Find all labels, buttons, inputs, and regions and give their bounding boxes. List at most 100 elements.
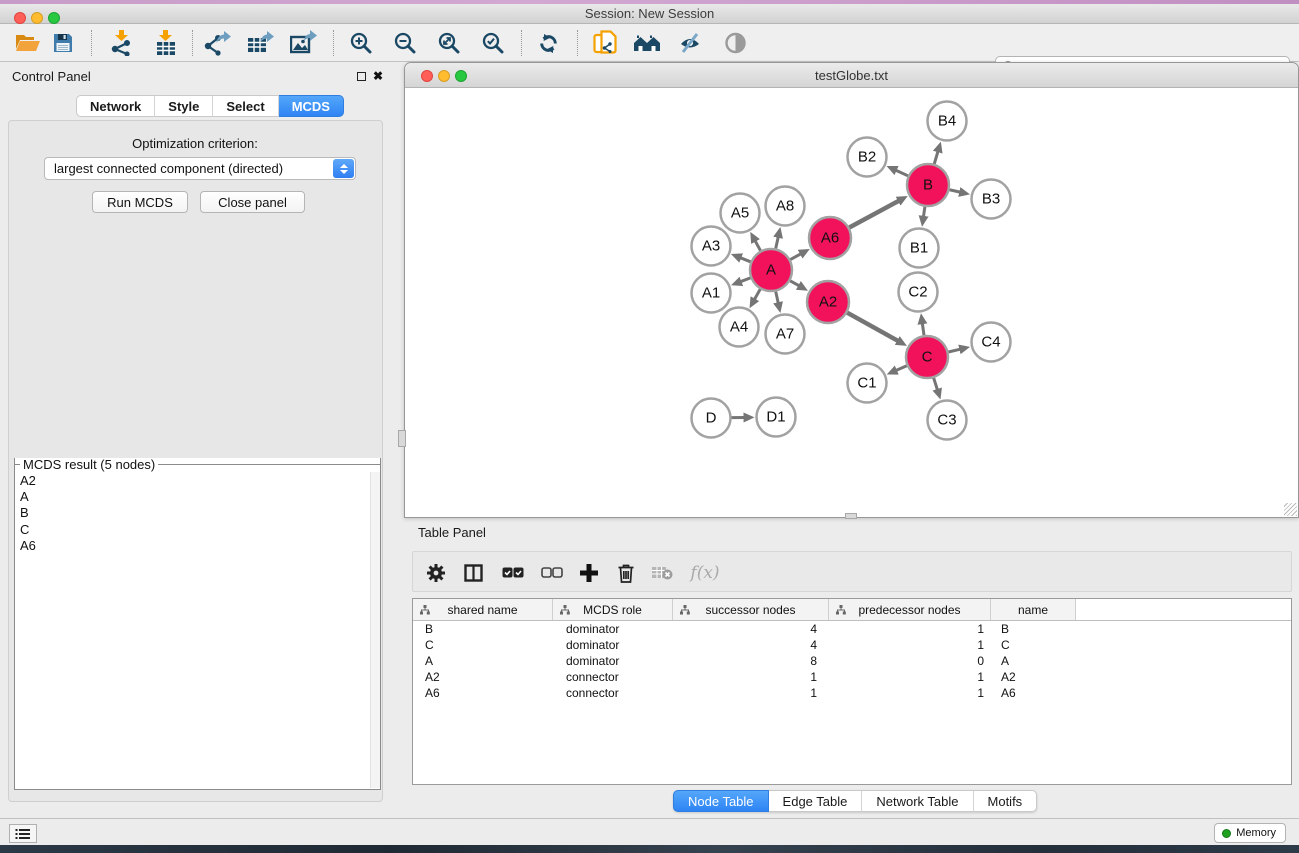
column-header-predecessor-nodes[interactable]: predecessor nodes [829,599,991,620]
table-tab-network-table[interactable]: Network Table [862,790,973,812]
table-row[interactable]: Cdominator41C [413,637,1291,653]
export-table-button[interactable] [244,28,278,58]
memory-button[interactable]: Memory [1214,823,1286,843]
column-header-shared-name[interactable]: shared name [413,599,553,620]
result-scrollbar[interactable] [370,472,380,788]
result-item[interactable]: C [20,522,370,538]
tab-mcds[interactable]: MCDS [279,95,344,117]
graph-node-D[interactable]: D [692,399,731,438]
graph-node-A[interactable]: A [750,249,792,291]
graph-node-C1[interactable]: C1 [848,364,887,403]
delete-column-button[interactable] [611,558,641,587]
float-panel-icon[interactable] [357,72,366,81]
graph-node-C[interactable]: C [906,336,948,378]
result-item[interactable]: A [20,489,370,505]
run-mcds-button[interactable]: Run MCDS [92,191,188,213]
select-all-columns-button[interactable] [498,558,528,587]
table-tab-edge-table[interactable]: Edge Table [769,790,863,812]
tab-style[interactable]: Style [155,95,213,117]
window-title: Session: New Session [585,6,714,21]
home-view-button[interactable] [630,28,664,58]
graph-node-C4[interactable]: C4 [972,323,1011,362]
trash-icon [617,563,635,583]
graph-node-A7[interactable]: A7 [766,315,805,354]
graph-node-B3[interactable]: B3 [972,180,1011,219]
table-row[interactable]: A6connector11A6 [413,685,1291,701]
graph-node-A3[interactable]: A3 [692,227,731,266]
svg-text:A6: A6 [821,230,839,247]
graph-node-C2[interactable]: C2 [899,273,938,312]
graph-node-A8[interactable]: A8 [766,187,805,226]
table-tab-node-table[interactable]: Node Table [673,790,769,812]
show-graphics-button[interactable] [718,28,752,58]
graph-node-A1[interactable]: A1 [692,274,731,313]
import-table-button[interactable] [149,28,183,58]
network-window-titlebar[interactable]: testGlobe.txt [405,63,1298,88]
copy-network-button[interactable] [588,28,622,58]
graph-node-A5[interactable]: A5 [721,194,760,233]
column-header-name[interactable]: name [991,599,1076,620]
network-zoom-button[interactable] [455,70,467,82]
refresh-button[interactable] [531,28,565,58]
zoom-out-button[interactable] [388,28,422,58]
graph-edge-A-A8 [776,236,779,249]
tab-network[interactable]: Network [76,95,155,117]
zoom-selected-button[interactable] [476,28,510,58]
export-network-icon [204,30,232,56]
open-session-button[interactable] [11,28,45,58]
copy-network-icon [593,30,617,57]
zoom-fit-button[interactable] [432,28,466,58]
save-session-button[interactable] [46,28,80,58]
graph-node-A4[interactable]: A4 [720,308,759,347]
status-bar: Memory [0,818,1299,845]
export-network-button[interactable] [201,28,235,58]
network-window-title: testGlobe.txt [815,68,888,83]
panel-collapse-handle-left[interactable] [398,430,406,447]
zoom-window-button[interactable] [48,12,60,24]
result-item[interactable]: B [20,505,370,521]
close-panel-button[interactable]: Close panel [200,191,305,213]
result-item[interactable]: A2 [20,473,370,489]
graph-node-B2[interactable]: B2 [848,138,887,177]
graph-edge-C-C4 [948,349,961,352]
deselect-all-columns-button[interactable] [537,558,567,587]
task-history-button[interactable] [9,824,37,843]
network-minimize-button[interactable] [438,70,450,82]
table-panel-title: Table Panel [418,525,486,540]
export-image-button[interactable] [287,28,321,58]
column-header-mcds-role[interactable]: MCDS role [553,599,673,620]
network-close-button[interactable] [421,70,433,82]
tab-select[interactable]: Select [213,95,278,117]
column-header-successor-nodes[interactable]: successor nodes [673,599,829,620]
table-row[interactable]: Bdominator41B [413,621,1291,637]
minimize-window-button[interactable] [31,12,43,24]
table-row[interactable]: A2connector11A2 [413,669,1291,685]
node-table[interactable]: shared nameMCDS rolesuccessor nodesprede… [412,598,1292,785]
close-panel-icon[interactable]: ✖ [373,70,383,82]
graph-node-A2[interactable]: A2 [807,281,849,323]
function-builder-button[interactable]: f(x) [685,558,725,587]
criterion-dropdown[interactable]: largest connected component (directed) [44,157,356,180]
hide-graphics-button[interactable] [673,28,707,58]
graph-node-A6[interactable]: A6 [809,217,851,259]
network-canvas[interactable]: A A1 A2 A3 A4 A5 A6 A7 A8 B B1 B2 B3B4 C C1 C2 C3C4 D D1 [405,88,1298,517]
zoom-in-button[interactable] [344,28,378,58]
graph-node-D1[interactable]: D1 [757,398,796,437]
delete-table-button[interactable] [647,558,677,587]
close-window-button[interactable] [14,12,26,24]
table-tab-motifs[interactable]: Motifs [974,790,1038,812]
table-row[interactable]: Adominator80A [413,653,1291,669]
graph-node-B[interactable]: B [907,164,949,206]
graph-edge-A-A2 [790,281,800,287]
table-body: Bdominator41BCdominator41CAdominator80AA… [413,621,1291,701]
import-network-button[interactable] [104,28,138,58]
table-cell: connector [553,670,673,684]
graph-node-B1[interactable]: B1 [900,229,939,268]
graph-node-C3[interactable]: C3 [928,401,967,440]
add-column-button[interactable] [574,558,604,587]
graph-node-B4[interactable]: B4 [928,102,967,141]
resize-grip-icon[interactable] [1284,503,1297,516]
result-item[interactable]: A6 [20,538,370,554]
table-settings-button[interactable] [421,558,451,587]
split-view-button[interactable] [458,558,488,587]
